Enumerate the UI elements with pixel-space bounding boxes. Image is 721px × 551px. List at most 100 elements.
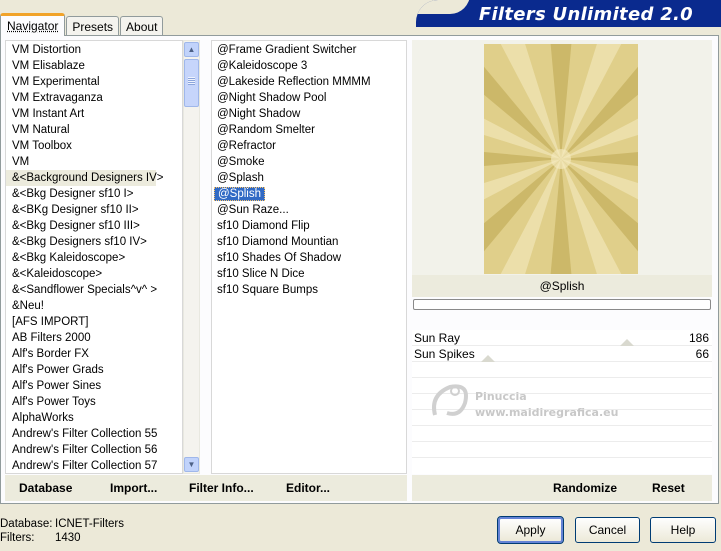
cancel-button[interactable]: Cancel <box>575 517 640 543</box>
filter-item[interactable]: @Lakeside Reflection MMMM <box>212 74 406 90</box>
filter-item[interactable]: sf10 Diamond Mountian <box>212 234 406 250</box>
param-name: Sun Spikes <box>414 346 475 361</box>
preview-kaleidoscope <box>484 44 638 274</box>
category-item[interactable]: &<Bkg Designers sf10 IV> <box>6 234 182 250</box>
filter-item[interactable]: @Frame Gradient Switcher <box>212 42 406 58</box>
filter-item-label: @Smoke <box>217 156 265 168</box>
scrollbar-thumb[interactable] <box>184 59 199 107</box>
randomize-button[interactable]: Randomize <box>553 481 617 495</box>
category-item[interactable]: &<BKg Designer sf10 II> <box>6 202 182 218</box>
category-item[interactable]: VM Extravaganza <box>6 90 182 106</box>
category-item[interactable]: Alf's Power Sines <box>6 378 182 394</box>
filter-item[interactable]: @Night Shadow Pool <box>212 90 406 106</box>
category-item[interactable]: &<Bkg Kaleidoscope> <box>6 250 182 266</box>
filter-item-label: sf10 Shades Of Shadow <box>217 252 342 264</box>
category-item[interactable]: AlphaWorks <box>6 410 182 426</box>
import-button[interactable]: Import... <box>110 481 157 495</box>
database-button[interactable]: Database <box>19 481 72 495</box>
filter-item[interactable]: @Sun Raze... <box>212 202 406 218</box>
param-row-empty <box>412 378 712 394</box>
filter-item[interactable]: @Kaleidoscope 3 <box>212 58 406 74</box>
category-item[interactable]: [AFS IMPORT] <box>6 314 182 330</box>
filter-item-label: @Lakeside Reflection MMMM <box>217 76 371 88</box>
category-item[interactable]: VM Toolbox <box>6 138 182 154</box>
filter-item[interactable]: @Smoke <box>212 154 406 170</box>
filter-item-label: @Splash <box>217 172 264 184</box>
database-label: Database: <box>0 518 53 530</box>
filter-item[interactable]: sf10 Slice N Dice <box>212 266 406 282</box>
category-item[interactable]: Andrew's Filter Collection 57 <box>6 458 182 473</box>
filter-item[interactable]: @Random Smelter <box>212 122 406 138</box>
filter-item-label: @Refractor <box>217 140 276 152</box>
param-row-sun-spikes[interactable]: Sun Spikes 66 <box>412 346 712 362</box>
tab-navigator-label: Navigator <box>7 19 59 33</box>
param-row-empty <box>412 394 712 410</box>
filter-item-label: sf10 Diamond Mountian <box>217 236 339 248</box>
database-info: Database: ICNET-Filters Filters: 1430 <box>0 517 124 545</box>
param-row-empty <box>412 442 712 458</box>
reset-button[interactable]: Reset <box>652 481 685 495</box>
filter-item[interactable]: sf10 Diamond Flip <box>212 218 406 234</box>
category-item[interactable]: Alf's Power Grads <box>6 362 182 378</box>
filter-item[interactable]: sf10 Shades Of Shadow <box>212 250 406 266</box>
filter-item-label: sf10 Square Bumps <box>217 284 319 296</box>
category-item[interactable]: &<Kaleidoscope> <box>6 266 182 282</box>
category-item[interactable]: &<Background Designers IV> <box>6 170 164 186</box>
category-item[interactable]: VM Distortion <box>6 42 182 58</box>
category-item[interactable]: VM Elisablaze <box>6 58 182 74</box>
category-item[interactable]: VM Instant Art <box>6 106 182 122</box>
category-item[interactable]: Andrew's Filter Collection 56 <box>6 442 182 458</box>
category-scrollbar[interactable]: ▲ ▼ <box>183 40 200 474</box>
category-item[interactable]: VM <box>6 154 182 170</box>
tab-about[interactable]: About <box>120 16 164 36</box>
slider-marker[interactable] <box>620 339 634 346</box>
filter-item-label: @Night Shadow <box>217 108 301 120</box>
category-list[interactable]: VM Distortion VM Elisablaze VM Experimenta… <box>5 40 183 474</box>
help-button[interactable]: Help <box>650 517 716 543</box>
parameter-panel: Sun Ray 186 Sun Spikes 66 <box>412 330 712 474</box>
filter-item[interactable]: @Splash <box>212 170 406 186</box>
filter-item-label: sf10 Slice N Dice <box>217 268 305 280</box>
filter-list[interactable]: @Frame Gradient Switcher @Kaleidoscope 3 @… <box>211 40 407 474</box>
up-arrow-icon[interactable]: ▲ <box>184 42 199 57</box>
param-row-sun-ray[interactable]: Sun Ray 186 <box>412 330 712 346</box>
preview-area <box>412 40 712 275</box>
category-item[interactable]: &<Bkg Designer sf10 I> <box>6 186 182 202</box>
filter-info-button[interactable]: Filter Info... <box>189 481 254 495</box>
tab-about-label: About <box>126 19 158 34</box>
slider-marker[interactable] <box>481 355 495 362</box>
category-item[interactable]: VM Experimental <box>6 74 182 90</box>
param-row-empty <box>412 362 712 378</box>
down-arrow-icon[interactable]: ▼ <box>184 457 199 472</box>
category-item[interactable]: Andrew's Filter Collection 55 <box>6 426 182 442</box>
preview-filter-name: @Splish <box>412 275 712 297</box>
category-item[interactable]: VM Natural <box>6 122 182 138</box>
filter-item-label: @Frame Gradient Switcher <box>217 44 357 56</box>
tab-bar: Navigator Presets About <box>0 13 164 36</box>
editor-button[interactable]: Editor... <box>286 481 330 495</box>
filter-item[interactable]: @Night Shadow <box>212 106 406 122</box>
filter-item[interactable]: @Refractor <box>212 138 406 154</box>
filter-item-label: @Random Smelter <box>217 124 315 136</box>
category-item[interactable]: &<Sandflower Specials^v^ > <box>6 282 182 298</box>
category-item[interactable]: &<Bkg Designer sf10 III> <box>6 218 182 234</box>
apply-label: Apply <box>515 523 546 537</box>
param-value: 66 <box>695 346 709 361</box>
category-item[interactable]: AB Filters 2000 <box>6 330 182 346</box>
apply-button[interactable]: Apply <box>497 516 564 544</box>
tab-presets-label: Presets <box>72 19 114 34</box>
category-item[interactable]: Alf's Power Toys <box>6 394 182 410</box>
title-banner: Filters Unlimited 2.0 <box>416 0 721 27</box>
help-label: Help <box>670 523 696 537</box>
cancel-label: Cancel <box>588 523 627 537</box>
category-item[interactable]: &Neu! <box>6 298 182 314</box>
filter-item[interactable]: sf10 Square Bumps <box>212 282 406 298</box>
filter-item-label: @Splish <box>214 187 265 201</box>
tab-presets[interactable]: Presets <box>66 16 120 36</box>
preview-toolbar: Randomize Reset <box>412 475 712 501</box>
category-item[interactable]: Alf's Border FX <box>6 346 182 362</box>
tab-navigator[interactable]: Navigator <box>0 13 66 36</box>
filter-item[interactable]: @Splish <box>212 186 406 202</box>
param-name: Sun Ray <box>414 330 461 345</box>
filters-label: Filters: <box>0 532 35 544</box>
